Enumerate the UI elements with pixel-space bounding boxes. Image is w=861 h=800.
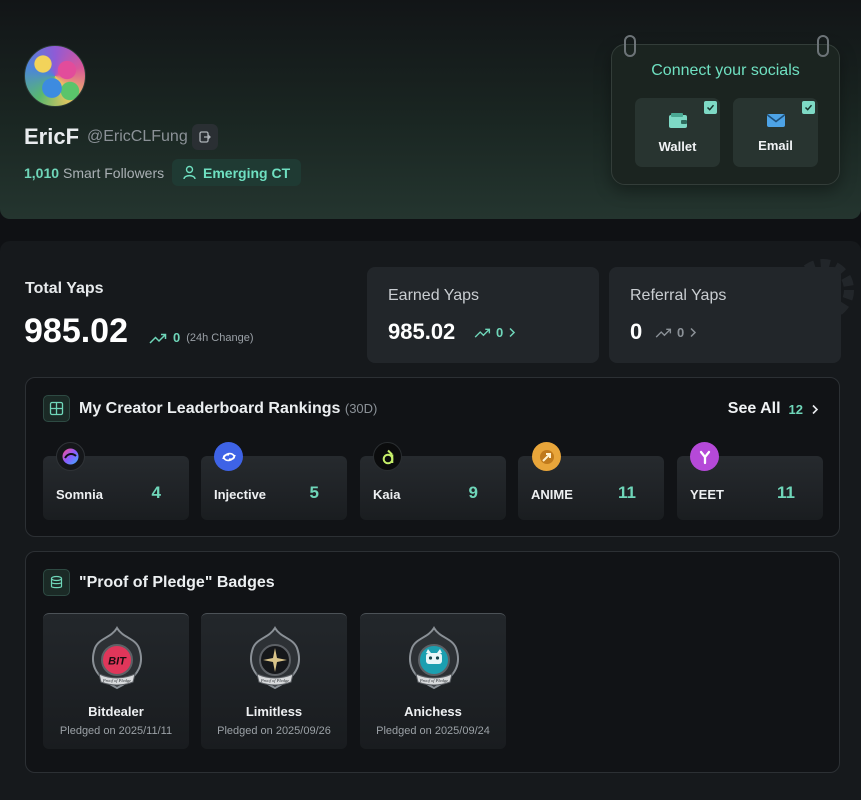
anime-logo-icon [532, 442, 561, 471]
check-icon [802, 101, 815, 114]
wallet-button[interactable]: Wallet [635, 98, 720, 167]
rank-number: 11 [618, 483, 636, 502]
leaderboard-title: My Creator Leaderboard Rankings (30D) [79, 400, 377, 418]
smart-followers-count: 1,010 [24, 165, 60, 181]
logout-icon [199, 131, 211, 143]
see-all-button[interactable]: See All 12 [728, 400, 819, 418]
anichess-badge-icon: Proof of Pledge [408, 626, 460, 690]
trend-up-icon [149, 333, 167, 344]
earned-change-value: 0 [496, 325, 504, 340]
rank-number: 4 [151, 483, 161, 502]
chevron-right-icon [509, 327, 516, 338]
email-label: Email [758, 137, 793, 153]
total-change-value: 0 [173, 330, 181, 345]
bitdealer-badge-icon: BIT Proof of Pledge [91, 626, 143, 690]
avatar[interactable] [24, 45, 86, 107]
total-yaps-change: 0 (24h Change) [149, 330, 254, 345]
yeet-logo-icon [690, 442, 719, 471]
referral-yaps-label: Referral Yaps [630, 287, 727, 304]
smart-followers-label: Smart Followers [63, 165, 165, 181]
email-button[interactable]: Email [733, 98, 818, 167]
rank-name: Somnia [56, 487, 103, 502]
binder-ring [817, 35, 829, 57]
badge-seal-text: BIT [108, 656, 127, 668]
referral-yaps-change[interactable]: 0 [655, 325, 697, 340]
tier-label: Emerging CT [203, 164, 291, 181]
chevron-right-icon [690, 327, 697, 338]
total-yaps-label: Total Yaps [25, 280, 104, 297]
rank-name: ANIME [531, 487, 573, 502]
limitless-badge-icon: Proof of Pledge [249, 626, 301, 690]
kaia-logo-icon [373, 442, 402, 471]
somnia-logo-icon [56, 442, 85, 471]
rank-name: Injective [214, 487, 267, 502]
user-icon [183, 165, 196, 180]
earned-yaps-value: 985.02 [388, 319, 456, 344]
badge-name: Anichess [404, 704, 462, 719]
wallet-label: Wallet [658, 138, 697, 154]
badge-name: Limitless [245, 704, 303, 719]
badge-ribbon-text: Proof of Pledge [102, 678, 131, 683]
check-icon [704, 101, 717, 114]
earned-yaps-change[interactable]: 0 [474, 325, 516, 340]
profile-name: EricF [24, 124, 80, 149]
badge-name: Bitdealer [88, 704, 144, 719]
total-yaps-value: 985.02 [24, 312, 128, 350]
badge-date: Pledged on 2025/09/26 [217, 725, 331, 737]
injective-logo-icon [214, 442, 243, 471]
leaderboard-title-text: My Creator Leaderboard Rankings [79, 400, 341, 417]
badge-ribbon-text: Proof of Pledge [419, 678, 448, 683]
profile-handle[interactable]: @EricCLFung [87, 128, 188, 146]
tier-badge: Emerging CT [172, 159, 302, 186]
trend-up-icon [474, 328, 491, 338]
earned-yaps-card[interactable]: Earned Yaps 985.02 0 [367, 267, 599, 363]
socials-title: Connect your socials [651, 62, 800, 79]
badge-card-anichess[interactable]: Proof of Pledge Anichess Pledged on 2025… [360, 613, 506, 749]
see-all-label: See All [727, 400, 781, 417]
rank-number: 5 [309, 483, 319, 502]
total-change-note: (24h Change) [186, 331, 254, 344]
see-all-count: 12 [788, 401, 803, 417]
database-icon [43, 569, 70, 596]
binder-ring [624, 35, 636, 57]
referral-yaps-value: 0 [630, 319, 643, 344]
rank-name: Kaia [373, 487, 401, 502]
pledge-title: "Proof of Pledge" Badges [79, 574, 275, 591]
referral-change-value: 0 [677, 325, 685, 340]
rank-number: 11 [777, 483, 795, 502]
connect-socials-card: Connect your socials Wallet Email [611, 35, 840, 185]
earned-yaps-label: Earned Yaps [388, 287, 480, 304]
logout-button[interactable] [192, 124, 218, 150]
rank-number: 9 [468, 483, 478, 502]
badge-date: Pledged on 2025/09/24 [376, 725, 490, 737]
badge-card-bitdealer[interactable]: BIT Proof of Pledge Bitdealer Pledged on… [43, 613, 189, 749]
grid-icon [43, 395, 70, 422]
rank-name: YEET [690, 487, 724, 502]
trend-up-icon [655, 328, 672, 338]
email-icon [766, 113, 785, 127]
leaderboard-period: (30D) [344, 401, 378, 416]
wallet-icon [668, 112, 687, 128]
badge-date: Pledged on 2025/11/11 [59, 725, 173, 737]
badge-card-limitless[interactable]: Proof of Pledge Limitless Pledged on 202… [201, 613, 347, 749]
badge-ribbon-text: Proof of Pledge [260, 678, 289, 683]
referral-yaps-card[interactable]: Referral Yaps 0 0 [609, 267, 841, 363]
chevron-right-icon [812, 404, 819, 414]
